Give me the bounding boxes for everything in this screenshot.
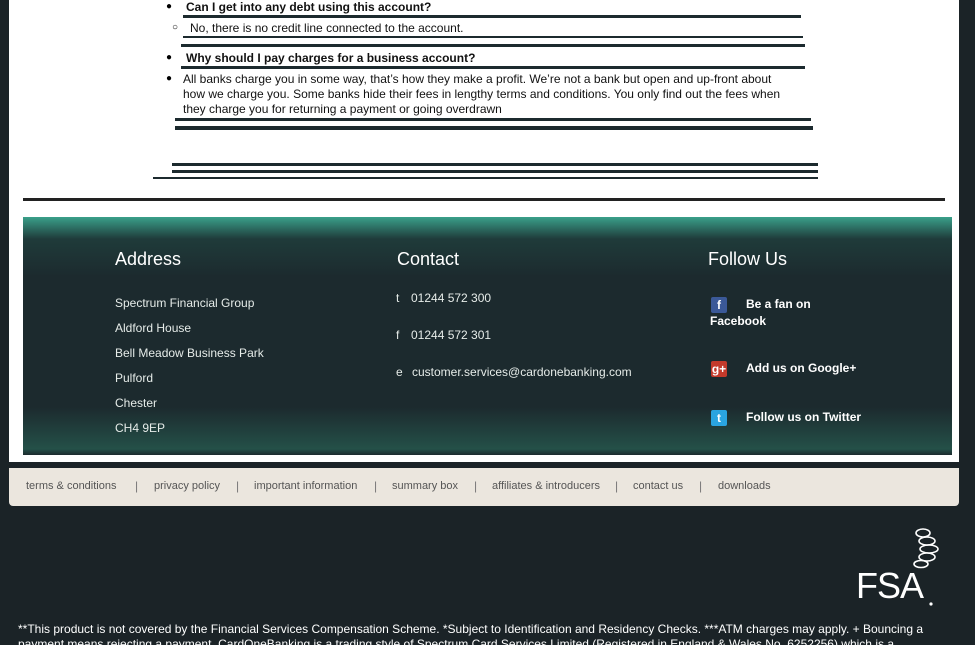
address-line: CH4 9EP: [115, 421, 166, 435]
divider: [172, 163, 818, 166]
address-line: Spectrum Financial Group: [115, 296, 255, 310]
divider: [181, 66, 805, 69]
bullet: ●: [166, 73, 173, 84]
footer-nav: terms & conditions | privacy policy | im…: [9, 468, 959, 506]
divider: [153, 177, 818, 179]
fsa-label: FSA: [856, 565, 924, 606]
nav-separator: |: [615, 479, 619, 493]
nav-privacy-policy[interactable]: privacy policy: [154, 480, 220, 492]
divider: [181, 44, 805, 47]
nav-summary-box[interactable]: summary box: [392, 480, 458, 492]
facebook-icon[interactable]: f: [711, 297, 727, 313]
address-line: Aldford House: [115, 321, 192, 335]
nav-separator: |: [699, 479, 703, 493]
nav-important-information[interactable]: important information: [254, 480, 357, 492]
divider: [183, 15, 801, 18]
phone-number[interactable]: 01244 572 300: [411, 291, 491, 305]
email-prefix: e: [396, 365, 403, 379]
nav-separator: |: [374, 479, 378, 493]
nav-terms-conditions[interactable]: terms & conditions: [26, 480, 116, 492]
faq-answer-2-line-2: how we charge you. Some banks hide their…: [183, 87, 781, 101]
site-footer: Address Spectrum Financial Group Aldford…: [23, 217, 952, 455]
nav-separator: |: [236, 479, 240, 493]
bullet: ○: [172, 22, 179, 33]
twitter-icon[interactable]: t: [711, 410, 727, 426]
google-plus-link[interactable]: Add us on Google+: [746, 360, 856, 377]
divider: [175, 126, 813, 130]
nav-separator: |: [135, 479, 139, 493]
address-line: Pulford: [115, 371, 154, 385]
fax-prefix: f: [396, 328, 400, 342]
disclaimer: **This product is not covered by the Fin…: [18, 622, 958, 645]
disclaimer-line-1: **This product is not covered by the Fin…: [18, 622, 924, 636]
nav-contact-us[interactable]: contact us: [633, 480, 683, 492]
disclaimer-line-2: payment means rejecting a payment. CardO…: [18, 637, 894, 645]
divider: [175, 118, 811, 121]
nav-affiliates-introducers[interactable]: affiliates & introducers: [492, 480, 600, 492]
bullet: ●: [166, 1, 173, 12]
section-divider: [23, 198, 945, 201]
phone-prefix: t: [396, 291, 400, 305]
contact-title: Contact: [397, 249, 460, 269]
facebook-link-line-1[interactable]: Be a fan on: [746, 296, 811, 313]
google-plus-icon[interactable]: g+: [711, 361, 727, 377]
fax-number: 01244 572 301: [411, 328, 492, 342]
address-line: Bell Meadow Business Park: [115, 346, 264, 360]
faq-answer-2-line-3: they charge you for returning a payment …: [183, 102, 502, 116]
faq-question-2: Why should I pay charges for a business …: [186, 51, 476, 65]
facebook-link-line-2[interactable]: Facebook: [710, 313, 766, 330]
faq-answer-1: No, there is no credit line connected to…: [190, 21, 464, 35]
faq-question-1: Can I get into any debt using this accou…: [186, 0, 432, 14]
address-line: Chester: [115, 396, 158, 410]
divider: [183, 36, 803, 38]
follow-title: Follow Us: [708, 249, 788, 269]
divider: [172, 170, 818, 173]
twitter-link[interactable]: Follow us on Twitter: [746, 409, 861, 426]
address-title: Address: [115, 249, 182, 269]
email-link[interactable]: customer.services@cardonebanking.com: [412, 365, 632, 379]
nav-downloads[interactable]: downloads: [718, 480, 771, 492]
bullet: ●: [166, 52, 173, 63]
nav-separator: |: [474, 479, 478, 493]
faq-answer-2-line-1: All banks charge you in some way, that’s…: [183, 72, 772, 86]
